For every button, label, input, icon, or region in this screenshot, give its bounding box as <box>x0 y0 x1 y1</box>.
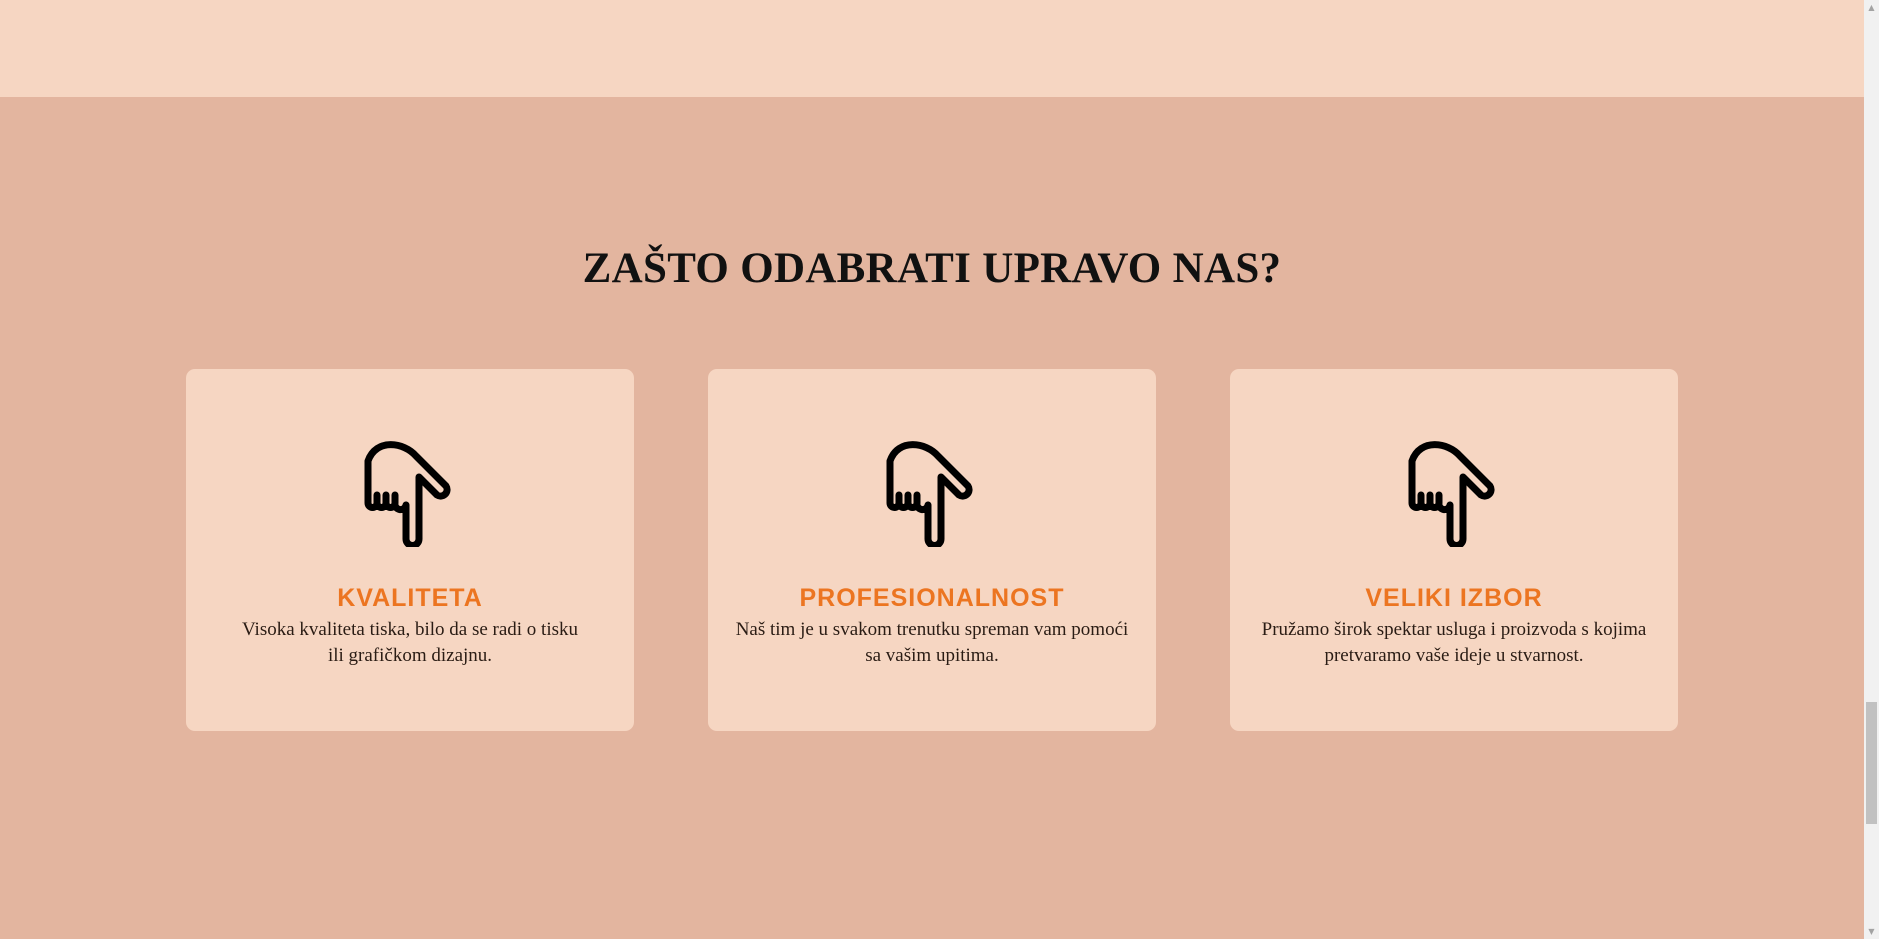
hand-pointing-down-icon <box>882 431 982 547</box>
card-title: VELIKI IZBOR <box>1365 584 1543 612</box>
page-scrollbar[interactable]: ▲ ▼ <box>1864 0 1879 939</box>
card-description: Pružamo širok spektar usluga i proizvoda… <box>1254 617 1654 669</box>
scroll-up-arrow-icon[interactable]: ▲ <box>1864 0 1879 15</box>
hand-pointing-down-icon <box>360 431 460 547</box>
card-description-line: pretvaramo vaše ideje u stvarnost. <box>1324 645 1584 666</box>
feature-card-quality: KVALITETA Visoka kvaliteta tiska, bilo d… <box>186 369 634 731</box>
card-description-line: Naš tim je u svakom trenutku spreman vam… <box>735 619 1129 640</box>
scrollbar-thumb[interactable] <box>1866 702 1877 824</box>
card-title: KVALITETA <box>337 584 483 612</box>
feature-card-professionalism: PROFESIONALNOST Naš tim je u svakom tren… <box>708 369 1156 731</box>
card-description-line: Visoka kvaliteta tiska, bilo da se radi … <box>241 619 579 640</box>
hand-pointing-down-icon <box>1404 431 1504 547</box>
card-description: Visoka kvaliteta tiska, bilo da se radi … <box>210 617 610 669</box>
card-description-line: ili grafičkom dizajnu. <box>327 645 493 666</box>
scroll-down-arrow-icon[interactable]: ▼ <box>1864 924 1879 939</box>
card-description-line: Pružamo širok spektar usluga i proizvoda… <box>1261 619 1647 640</box>
card-description: Naš tim je u svakom trenutku spreman vam… <box>732 617 1132 669</box>
why-choose-us-section: ZAŠTO ODABRATI UPRAVO NAS? KVALITETA Vis… <box>0 97 1864 939</box>
previous-section-band <box>0 0 1864 97</box>
feature-card-wide-selection: VELIKI IZBOR Pružamo širok spektar uslug… <box>1230 369 1678 731</box>
section-title: ZAŠTO ODABRATI UPRAVO NAS? <box>582 245 1282 292</box>
card-title: PROFESIONALNOST <box>799 584 1065 612</box>
card-description-line: sa vašim upitima. <box>865 645 999 666</box>
